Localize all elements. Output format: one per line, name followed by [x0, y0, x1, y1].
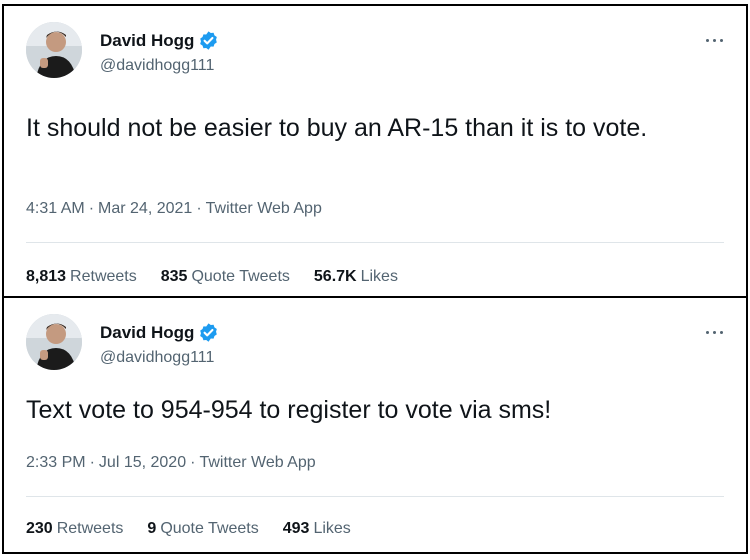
tweet-time[interactable]: 2:33 PM [26, 454, 86, 471]
meta-separator: · [89, 454, 95, 471]
likes-count: 493 [282, 520, 310, 537]
quote-tweets-stat[interactable]: 835 Quote Tweets [161, 268, 290, 286]
retweets-count: 230 [26, 520, 53, 537]
likes-label: Likes [313, 520, 351, 537]
quote-tweets-label: Quote Tweets [160, 520, 259, 537]
retweets-stat[interactable]: 230 Retweets [26, 520, 123, 538]
author-handle[interactable]: @davidhogg111 [100, 349, 214, 367]
divider [26, 496, 724, 497]
quote-tweets-count: 835 [160, 268, 188, 285]
tweet-card[interactable]: David Hogg @davidhogg111 Text vote to 95… [2, 296, 748, 554]
likes-count: 56.7K [313, 268, 357, 285]
retweets-label: Retweets [56, 520, 124, 537]
retweets-stat[interactable]: 8,813 Retweets [26, 268, 137, 286]
author-name[interactable]: David Hogg [100, 31, 194, 51]
meta-separator: · [190, 454, 196, 471]
avatar-image [26, 314, 82, 370]
tweet-stats: 8,813 Retweets 835 Quote Tweets 56.7K Likes [26, 268, 422, 286]
meta-separator: · [88, 200, 95, 217]
divider [26, 242, 724, 243]
retweets-label: Retweets [70, 268, 137, 285]
likes-stat[interactable]: 56.7K Likes [314, 268, 398, 286]
tweet-meta: 2:33 PM · Jul 15, 2020 · Twitter Web App [26, 454, 316, 472]
quote-tweets-count: 9 [147, 520, 157, 537]
tweet-date[interactable]: Mar 24, 2021 [98, 200, 192, 217]
likes-stat[interactable]: 493 Likes [283, 520, 351, 538]
tweet-source[interactable]: Twitter Web App [206, 200, 322, 217]
avatar[interactable] [26, 314, 82, 370]
tweet-meta: 4:31 AM · Mar 24, 2021 · Twitter Web App [26, 200, 322, 218]
tweet-date[interactable]: Jul 15, 2020 [99, 454, 186, 471]
quote-tweets-stat[interactable]: 9 Quote Tweets [147, 520, 258, 538]
avatar-image [26, 22, 82, 78]
likes-label: Likes [360, 268, 398, 285]
author-name[interactable]: David Hogg [100, 323, 194, 343]
author-handle[interactable]: @davidhogg111 [100, 57, 214, 75]
tweet-text: Text vote to 954-954 to register to vote… [26, 396, 552, 424]
verified-badge-icon [198, 322, 219, 343]
meta-separator: · [196, 200, 202, 217]
verified-badge-icon [198, 30, 219, 51]
retweets-count: 8,813 [26, 268, 67, 285]
tweet-text: It should not be easier to buy an AR-15 … [26, 114, 648, 142]
quote-tweets-label: Quote Tweets [191, 268, 290, 285]
tweet-time[interactable]: 4:31 AM [26, 200, 85, 217]
tweet-stats: 230 Retweets 9 Quote Tweets 493 Likes [26, 520, 375, 538]
more-options-icon[interactable] [702, 322, 728, 342]
avatar[interactable] [26, 22, 82, 78]
tweet-card[interactable]: David Hogg @davidhogg111 It should not b… [2, 4, 748, 298]
tweet-source[interactable]: Twitter Web App [199, 454, 315, 471]
more-options-icon[interactable] [702, 30, 728, 50]
